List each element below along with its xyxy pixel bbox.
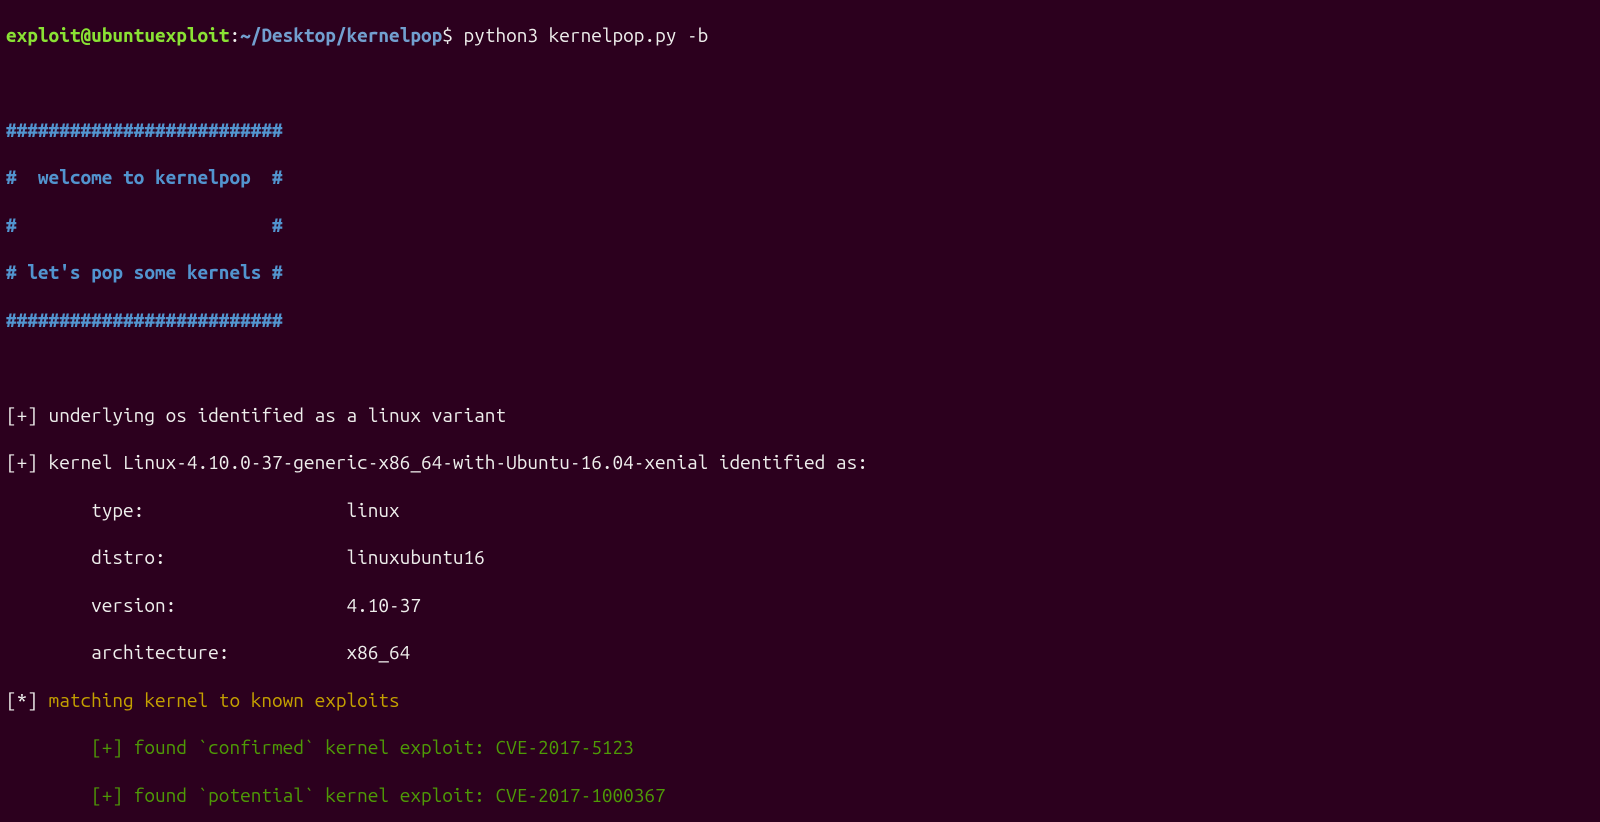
banner-line: # let's pop some kernels # bbox=[6, 261, 1594, 285]
kernel-identified-line: [+] kernel Linux-4.10.0-37-generic-x86_6… bbox=[6, 451, 1594, 475]
indent bbox=[6, 784, 91, 806]
prompt-user-host: exploit@ubuntuexploit bbox=[6, 24, 229, 46]
found-potential-line: [+] found `potential` kernel exploit: CV… bbox=[6, 784, 1594, 808]
prompt-colon: : bbox=[229, 24, 240, 46]
tag-plus: [+] bbox=[6, 451, 38, 473]
prompt-path: ~/Desktop/kernelpop bbox=[240, 24, 442, 46]
banner-line: # welcome to kernelpop # bbox=[6, 166, 1594, 190]
banner-line: # # bbox=[6, 214, 1594, 238]
indent bbox=[6, 736, 91, 758]
field-type: type: linux bbox=[6, 499, 1594, 523]
command-text: python3 kernelpop.py -b bbox=[464, 24, 709, 46]
tag-plus: [+] bbox=[91, 736, 123, 758]
prompt-line-1: exploit@ubuntuexploit:~/Desktop/kernelpo… bbox=[6, 24, 1594, 48]
found-confirmed-line: [+] found `confirmed` kernel exploit: CV… bbox=[6, 736, 1594, 760]
tag-plus: [+] bbox=[6, 404, 38, 426]
found-confirmed-text: found `confirmed` kernel exploit: CVE-20… bbox=[123, 736, 634, 758]
tag-plus: [+] bbox=[91, 784, 123, 806]
field-distro: distro: linuxubuntu16 bbox=[6, 546, 1594, 570]
os-identified-line: [+] underlying os identified as a linux … bbox=[6, 404, 1594, 428]
blank-line bbox=[6, 71, 1594, 95]
matching-text: matching kernel to known exploits bbox=[38, 689, 400, 711]
matching-line: [*] matching kernel to known exploits bbox=[6, 689, 1594, 713]
banner-line: ########################## bbox=[6, 309, 1594, 333]
field-architecture: architecture: x86_64 bbox=[6, 641, 1594, 665]
blank-line bbox=[6, 356, 1594, 380]
prompt-dollar: $ bbox=[442, 24, 463, 46]
field-version: version: 4.10-37 bbox=[6, 594, 1594, 618]
terminal-output[interactable]: exploit@ubuntuexploit:~/Desktop/kernelpo… bbox=[0, 0, 1600, 822]
kernel-identified-text: kernel Linux-4.10.0-37-generic-x86_64-wi… bbox=[38, 451, 868, 473]
os-identified-text: underlying os identified as a linux vari… bbox=[38, 404, 506, 426]
tag-star: [*] bbox=[6, 689, 38, 711]
banner-line: ########################## bbox=[6, 119, 1594, 143]
found-potential-text: found `potential` kernel exploit: CVE-20… bbox=[123, 784, 666, 806]
